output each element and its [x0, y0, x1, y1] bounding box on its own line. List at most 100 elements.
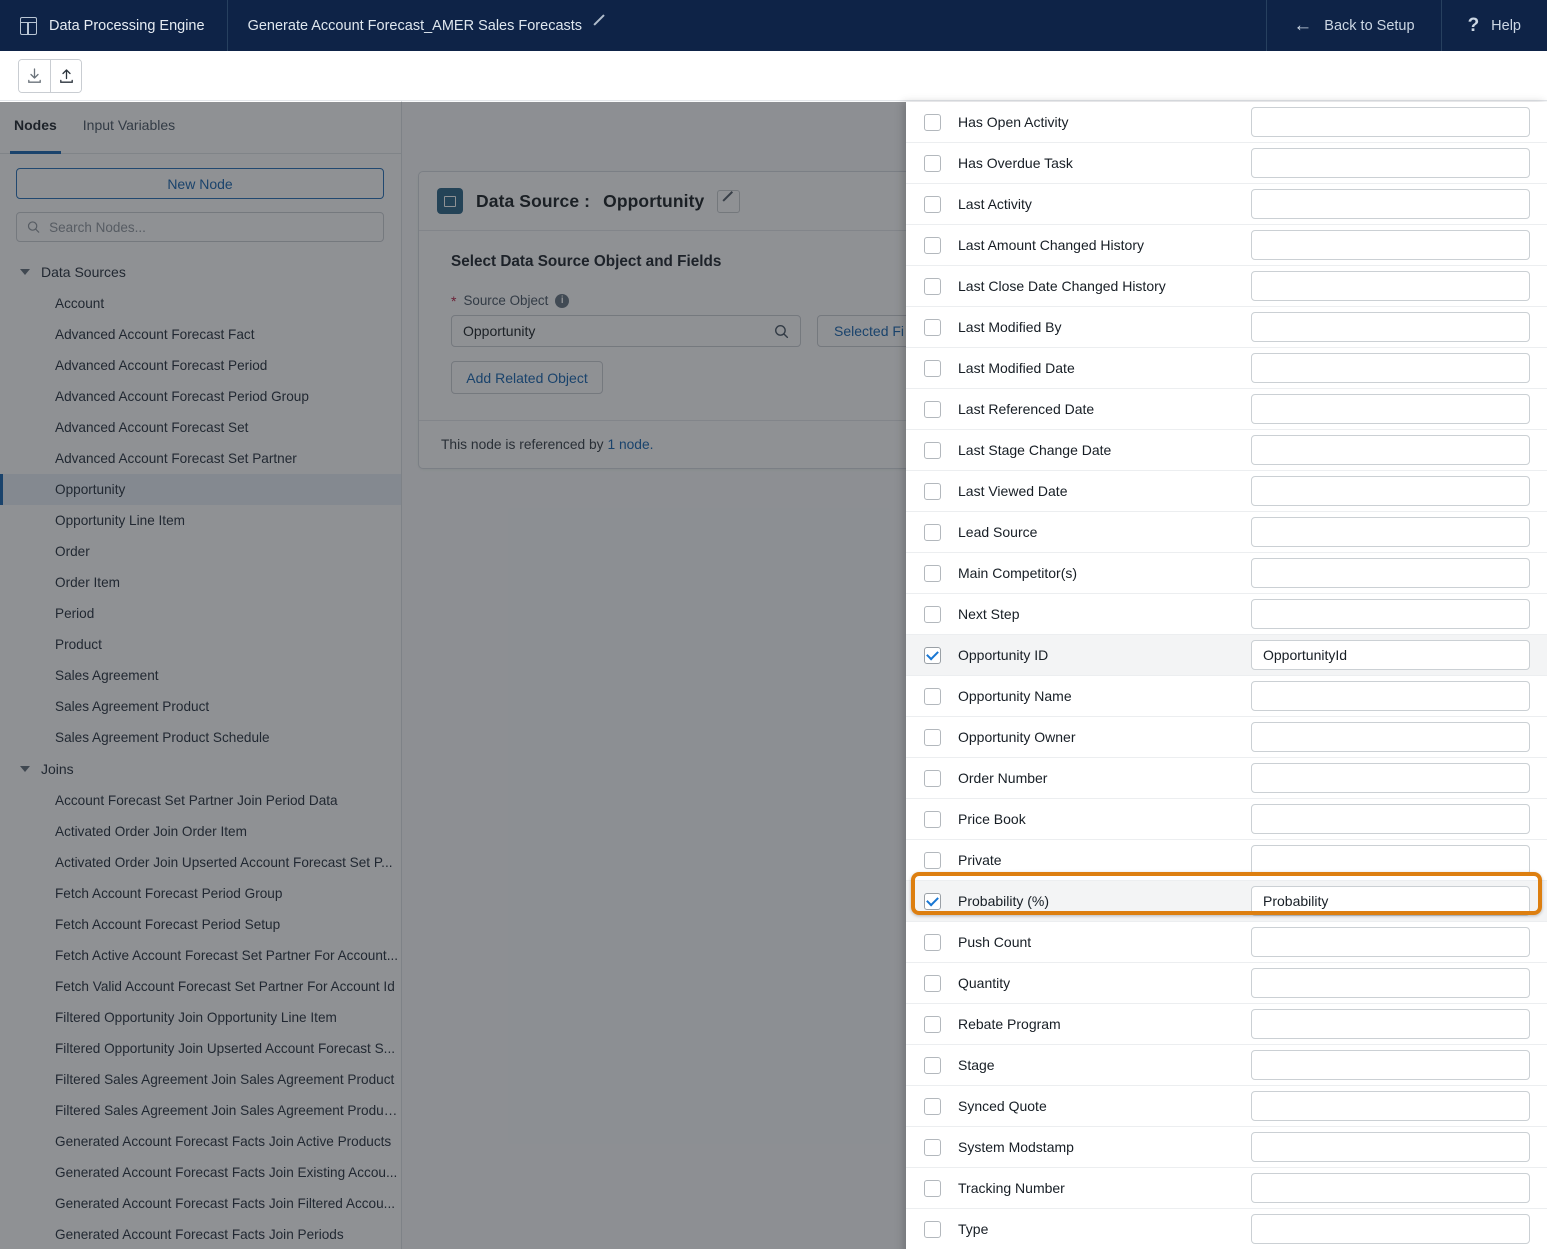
field-alias-input[interactable] — [1251, 435, 1530, 465]
field-alias-input[interactable] — [1251, 1132, 1530, 1162]
field-checkbox[interactable] — [923, 851, 941, 869]
field-alias-input[interactable] — [1251, 681, 1530, 711]
field-alias-input[interactable] — [1251, 312, 1530, 342]
field-row[interactable]: Type — [906, 1209, 1547, 1249]
pencil-icon[interactable] — [593, 19, 606, 32]
field-value-cell — [1251, 476, 1547, 506]
field-alias-input[interactable] — [1251, 353, 1530, 383]
field-checkbox-cell — [906, 687, 958, 705]
field-checkbox[interactable] — [923, 359, 941, 377]
field-checkbox[interactable] — [923, 441, 941, 459]
field-alias-input[interactable] — [1251, 230, 1530, 260]
field-row[interactable]: Price Book — [906, 799, 1547, 840]
field-checkbox-cell — [906, 851, 958, 869]
field-row[interactable]: Last Modified By — [906, 307, 1547, 348]
field-row[interactable]: Last Activity — [906, 184, 1547, 225]
field-row[interactable]: Last Amount Changed History — [906, 225, 1547, 266]
field-row[interactable]: Quantity — [906, 963, 1547, 1004]
field-alias-input[interactable] — [1251, 394, 1530, 424]
field-checkbox[interactable] — [923, 195, 941, 213]
back-to-setup-button[interactable]: ← Back to Setup — [1266, 0, 1440, 51]
field-checkbox[interactable] — [923, 1138, 941, 1156]
field-checkbox[interactable] — [923, 605, 941, 623]
field-alias-input[interactable] — [1251, 1091, 1530, 1121]
field-label: Lead Source — [958, 524, 1038, 540]
field-checkbox[interactable] — [923, 1097, 941, 1115]
field-checkbox[interactable] — [923, 154, 941, 172]
field-checkbox[interactable] — [923, 113, 941, 131]
field-checkbox[interactable] — [923, 728, 941, 746]
field-checkbox[interactable] — [923, 933, 941, 951]
field-row[interactable]: Stage — [906, 1045, 1547, 1086]
field-alias-input[interactable] — [1251, 189, 1530, 219]
field-checkbox[interactable] — [923, 646, 941, 664]
field-alias-input[interactable] — [1251, 845, 1530, 875]
field-alias-input[interactable] — [1251, 1050, 1530, 1080]
field-row[interactable]: Has Overdue Task — [906, 143, 1547, 184]
field-alias-input[interactable] — [1251, 804, 1530, 834]
field-checkbox[interactable] — [923, 564, 941, 582]
field-checkbox[interactable] — [923, 769, 941, 787]
field-row[interactable]: Lead Source — [906, 512, 1547, 553]
field-checkbox[interactable] — [923, 687, 941, 705]
field-alias-input[interactable] — [1251, 1009, 1530, 1039]
field-checkbox[interactable] — [923, 974, 941, 992]
field-checkbox[interactable] — [923, 1015, 941, 1033]
field-checkbox[interactable] — [923, 1056, 941, 1074]
field-alias-input[interactable] — [1251, 271, 1530, 301]
field-alias-input[interactable] — [1251, 886, 1530, 916]
field-checkbox[interactable] — [923, 482, 941, 500]
field-label: Synced Quote — [958, 1098, 1047, 1114]
field-row[interactable]: Private — [906, 840, 1547, 881]
field-alias-input[interactable] — [1251, 476, 1530, 506]
field-row[interactable]: Last Modified Date — [906, 348, 1547, 389]
field-row[interactable]: Opportunity Owner — [906, 717, 1547, 758]
field-checkbox-cell — [906, 482, 958, 500]
field-label: Stage — [958, 1057, 995, 1073]
field-alias-input[interactable] — [1251, 1173, 1530, 1203]
field-checkbox[interactable] — [923, 1179, 941, 1197]
field-row[interactable]: Push Count — [906, 922, 1547, 963]
download-button[interactable] — [19, 60, 50, 92]
field-checkbox[interactable] — [923, 236, 941, 254]
field-checkbox[interactable] — [923, 892, 941, 910]
field-row[interactable]: Opportunity ID — [906, 635, 1547, 676]
field-alias-input[interactable] — [1251, 599, 1530, 629]
field-alias-input[interactable] — [1251, 968, 1530, 998]
upload-button[interactable] — [50, 60, 81, 92]
field-alias-input[interactable] — [1251, 148, 1530, 178]
field-row[interactable]: Last Viewed Date — [906, 471, 1547, 512]
field-alias-input[interactable] — [1251, 763, 1530, 793]
download-icon — [28, 68, 41, 83]
field-row[interactable]: Tracking Number — [906, 1168, 1547, 1209]
field-alias-input[interactable] — [1251, 517, 1530, 547]
field-alias-input[interactable] — [1251, 927, 1530, 957]
field-alias-input[interactable] — [1251, 1214, 1530, 1244]
field-checkbox[interactable] — [923, 318, 941, 336]
field-checkbox[interactable] — [923, 523, 941, 541]
field-label: Order Number — [958, 770, 1048, 786]
field-row[interactable]: Last Stage Change Date — [906, 430, 1547, 471]
field-alias-input[interactable] — [1251, 107, 1530, 137]
field-alias-input[interactable] — [1251, 640, 1530, 670]
field-row[interactable]: Order Number — [906, 758, 1547, 799]
field-checkbox[interactable] — [923, 1220, 941, 1238]
field-row[interactable]: Last Referenced Date — [906, 389, 1547, 430]
field-checkbox[interactable] — [923, 810, 941, 828]
field-row[interactable]: Main Competitor(s) — [906, 553, 1547, 594]
field-checkbox[interactable] — [923, 277, 941, 295]
field-row[interactable]: Rebate Program — [906, 1004, 1547, 1045]
field-checkbox[interactable] — [923, 400, 941, 418]
field-row[interactable]: Has Open Activity — [906, 102, 1547, 143]
field-alias-input[interactable] — [1251, 722, 1530, 752]
field-value-cell — [1251, 1009, 1547, 1039]
field-row[interactable]: Probability (%) — [906, 872, 1547, 922]
field-alias-input[interactable] — [1251, 558, 1530, 588]
field-label: Type — [958, 1221, 989, 1237]
field-row[interactable]: Next Step — [906, 594, 1547, 635]
field-row[interactable]: System Modstamp — [906, 1127, 1547, 1168]
field-row[interactable]: Synced Quote — [906, 1086, 1547, 1127]
help-button[interactable]: ? Help — [1440, 0, 1547, 51]
field-row[interactable]: Last Close Date Changed History — [906, 266, 1547, 307]
field-row[interactable]: Opportunity Name — [906, 676, 1547, 717]
